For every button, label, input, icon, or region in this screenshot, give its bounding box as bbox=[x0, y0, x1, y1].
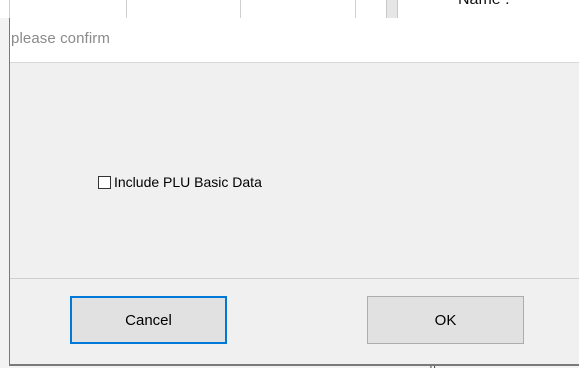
include-plu-basic-data-checkbox[interactable] bbox=[98, 175, 111, 189]
background-column-divider bbox=[9, 0, 10, 18]
screen: Name : o please confirm Include PLU Basi… bbox=[0, 0, 579, 368]
background-panel-splitter bbox=[386, 0, 398, 18]
include-plu-basic-data-option[interactable]: Include PLU Basic Data bbox=[98, 173, 262, 191]
ok-button[interactable]: OK bbox=[367, 296, 524, 344]
cancel-button[interactable]: Cancel bbox=[70, 296, 227, 344]
dialog-title: please confirm bbox=[11, 30, 110, 47]
confirm-dialog: please confirm Include PLU Basic Data Ca… bbox=[9, 18, 579, 366]
background-column-divider bbox=[126, 0, 127, 18]
button-area-separator bbox=[10, 278, 579, 279]
include-plu-basic-data-label[interactable]: Include PLU Basic Data bbox=[114, 174, 262, 190]
background-column-divider bbox=[240, 0, 241, 18]
background-name-label: Name : bbox=[458, 0, 510, 9]
background-column-divider bbox=[355, 0, 356, 18]
dialog-titlebar[interactable]: please confirm bbox=[10, 18, 579, 63]
